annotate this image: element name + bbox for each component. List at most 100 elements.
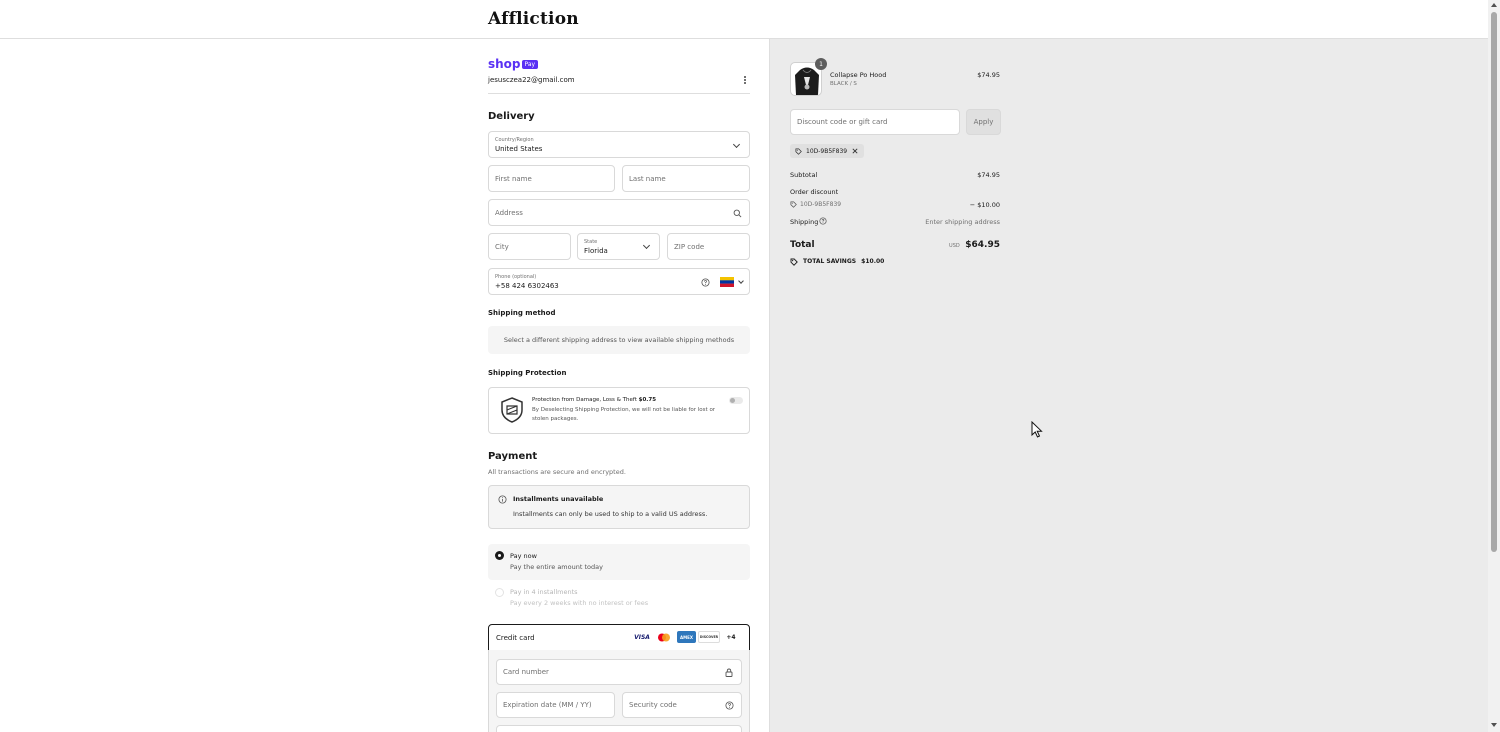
mouse-cursor-icon [1031, 421, 1043, 438]
protection-title: Protection from Damage, Loss & Theft [532, 397, 637, 403]
more-cards-badge: +4 [726, 633, 736, 641]
state-value: Florida [584, 247, 608, 255]
tag-icon [790, 258, 798, 266]
shipping-protection-card[interactable]: Protection from Damage, Loss & Theft $0.… [488, 387, 750, 434]
phone-label: Phone (optional) [495, 274, 537, 280]
pay-now-sub: Pay the entire amount today [510, 563, 603, 571]
shipping-method-notice: Select a different shipping address to v… [488, 326, 750, 354]
account-email: jesusczea22@gmail.com [488, 76, 575, 84]
pay-now-radio[interactable] [495, 551, 504, 560]
chevron-down-icon [738, 278, 744, 284]
amex-logo-icon: AMEX [677, 631, 696, 643]
protection-description: By Deselecting Shipping Protection, we w… [532, 407, 716, 422]
pay-now-label: Pay now [510, 552, 537, 560]
address-input[interactable]: Address [488, 199, 750, 226]
item-quantity-badge: 1 [815, 58, 827, 70]
first-name-placeholder: First name [495, 174, 532, 183]
city-placeholder: City [495, 242, 509, 251]
state-select[interactable]: State Florida [577, 233, 660, 260]
divider [488, 93, 750, 94]
shop-pay-pay-badge: Pay [521, 59, 539, 69]
help-icon[interactable] [701, 278, 710, 287]
expiry-placeholder: Expiration date (MM / YY) [503, 701, 592, 709]
last-name-input[interactable]: Last name [622, 165, 750, 192]
first-name-input[interactable]: First name [488, 165, 615, 192]
chevron-down-icon [732, 140, 741, 149]
close-icon[interactable] [852, 148, 858, 154]
tag-icon [790, 201, 797, 208]
help-icon[interactable] [725, 701, 734, 710]
last-name-placeholder: Last name [629, 174, 666, 183]
shipping-label: Shipping [790, 218, 819, 226]
installments-title: Installments unavailable [513, 495, 604, 503]
phone-input[interactable]: Phone (optional) +58 424 6302463 [488, 268, 750, 295]
pay-now-option[interactable]: Pay now Pay the entire amount today [488, 544, 750, 580]
lock-icon [725, 668, 733, 677]
security-code-placeholder: Security code [629, 701, 677, 709]
subtotal-value: $74.95 [977, 171, 1000, 179]
order-discount-code: 10D-9B5F839 [800, 201, 842, 208]
shipping-value: Enter shipping address [925, 218, 1000, 226]
brand-logo[interactable]: Affliction [488, 9, 579, 29]
country-label: Country/Region [495, 137, 534, 143]
pay-in-4-radio[interactable] [495, 588, 504, 597]
scroll-up-arrow-icon[interactable] [1491, 3, 1497, 7]
total-savings-label: TOTAL SAVINGS [803, 258, 857, 265]
expiry-input[interactable]: Expiration date (MM / YY) [496, 692, 615, 718]
total-amount: USD $64.95 [920, 240, 1000, 250]
payment-heading: Payment [488, 451, 538, 462]
scroll-down-arrow-icon[interactable] [1491, 723, 1497, 727]
total-label: Total [790, 240, 815, 250]
zip-input[interactable]: ZIP code [667, 233, 750, 260]
info-icon [498, 495, 507, 504]
order-discount-label: Order discount [790, 188, 839, 196]
state-label: State [584, 239, 598, 245]
order-discount-value: − $10.00 [969, 201, 1000, 209]
country-value: United States [495, 145, 543, 153]
mastercard-logo-icon [656, 631, 672, 643]
discount-chip: 10D-9B5F839 [790, 144, 865, 158]
scrollbar[interactable] [1488, 0, 1500, 732]
protection-title-line: Protection from Damage, Loss & Theft $0.… [532, 397, 656, 403]
visa-logo-icon: VISA [634, 633, 650, 641]
order-summary-panel [769, 39, 1488, 732]
more-options-icon[interactable] [744, 76, 746, 85]
city-input[interactable]: City [488, 233, 571, 260]
search-icon [733, 209, 742, 218]
apply-discount-button[interactable]: Apply [966, 109, 1001, 135]
shop-pay-shop-text: shop [488, 57, 521, 71]
subtotal-label: Subtotal [790, 171, 818, 179]
pay-in-4-option[interactable]: Pay in 4 installments Pay every 2 weeks … [488, 584, 750, 612]
chevron-down-icon [642, 241, 651, 250]
item-price: $74.95 [977, 71, 1000, 79]
total-savings: TOTAL SAVINGS $10.00 [803, 258, 884, 265]
venezuela-flag-icon[interactable] [720, 277, 734, 287]
security-code-input[interactable]: Security code [622, 692, 742, 718]
country-select[interactable]: Country/Region United States [488, 131, 750, 158]
scroll-thumb[interactable] [1491, 12, 1497, 552]
total-currency: USD [949, 243, 960, 249]
installments-notice: Installments unavailable Installments ca… [488, 485, 750, 529]
pay-in-4-label: Pay in 4 installments [510, 588, 578, 596]
discount-code-placeholder: Discount code or gift card [797, 118, 888, 126]
shipping-protection-heading: Shipping Protection [488, 369, 567, 377]
card-number-input[interactable]: Card number [496, 659, 742, 685]
name-on-card-input[interactable] [496, 725, 742, 732]
zip-placeholder: ZIP code [674, 242, 705, 251]
total-value: $64.95 [965, 240, 1000, 250]
discount-chip-code: 10D-9B5F839 [806, 147, 848, 155]
protection-price: $0.75 [638, 397, 657, 403]
shop-pay-logo: shop Pay [488, 57, 539, 71]
help-icon[interactable] [819, 217, 827, 225]
item-name: Collapse Po Hood [830, 71, 887, 79]
payment-subheading: All transactions are secure and encrypte… [488, 468, 626, 476]
card-number-placeholder: Card number [503, 668, 549, 676]
protection-toggle[interactable] [729, 397, 743, 404]
tag-icon [795, 148, 802, 155]
address-placeholder: Address [495, 208, 523, 217]
shipping-method-message: Select a different shipping address to v… [503, 336, 735, 344]
phone-value: +58 424 6302463 [495, 282, 559, 290]
discount-code-input[interactable]: Discount code or gift card [790, 109, 960, 135]
shipping-method-heading: Shipping method [488, 309, 556, 317]
header: Affliction [0, 0, 1488, 39]
